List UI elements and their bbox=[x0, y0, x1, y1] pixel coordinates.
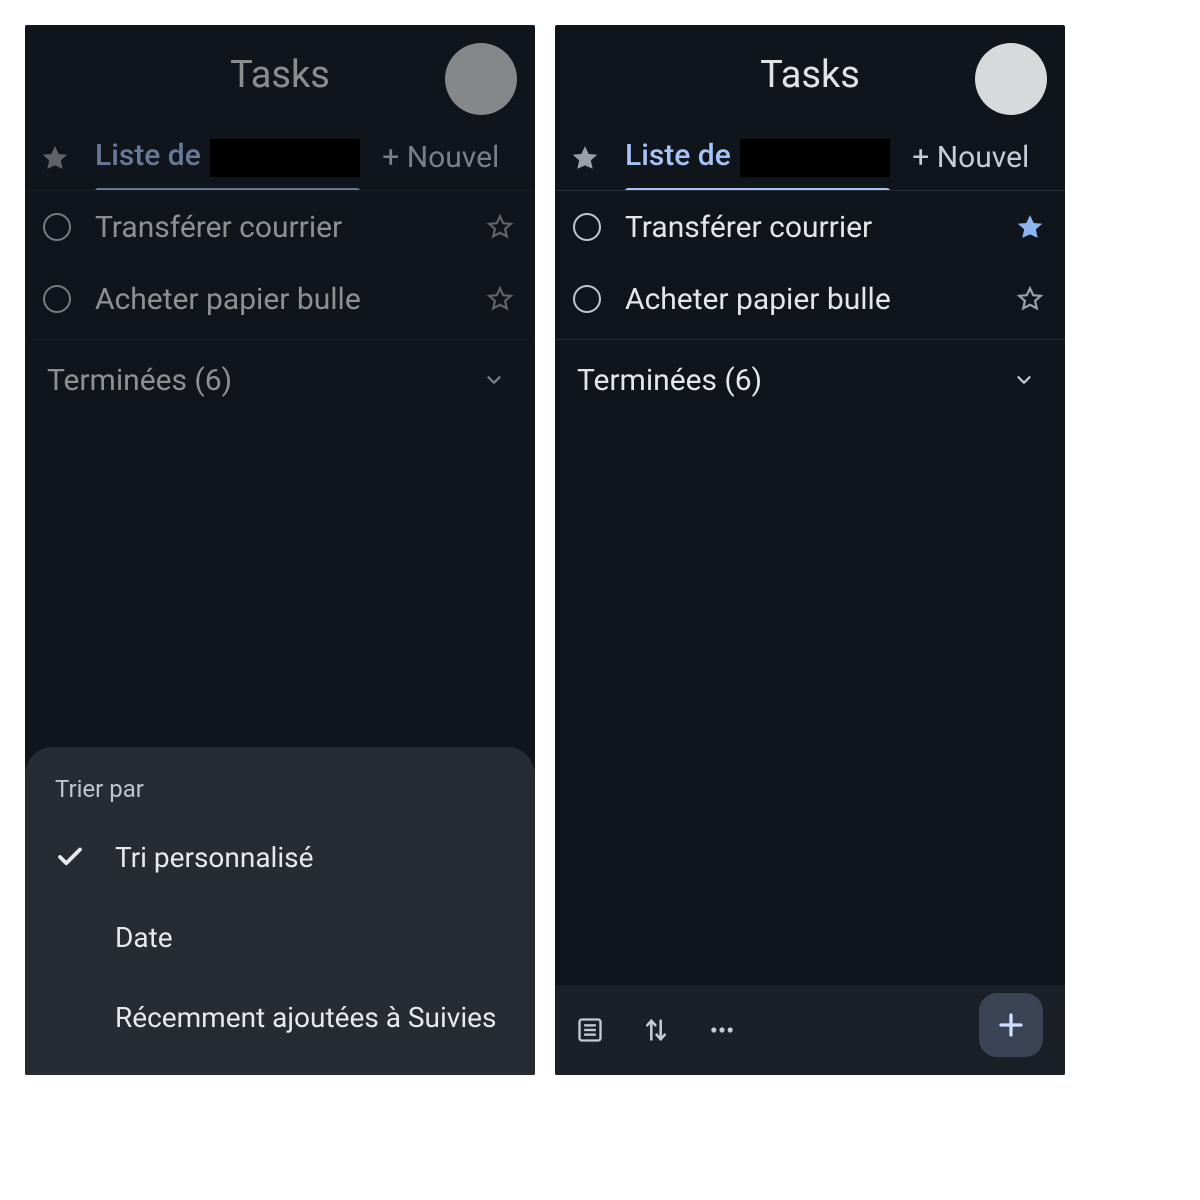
avatar[interactable] bbox=[975, 43, 1047, 115]
task-star-toggle[interactable] bbox=[1015, 284, 1045, 314]
star-filled-icon bbox=[1015, 212, 1045, 242]
phone-screenshot-right: Tasks Liste de + Nouvel Transférer cour bbox=[555, 25, 1065, 1075]
sort-option-custom[interactable]: Tri personnalisé bbox=[25, 817, 535, 897]
chevron-down-icon bbox=[483, 369, 505, 391]
avatar[interactable] bbox=[445, 43, 517, 115]
app-header: Tasks bbox=[25, 25, 535, 125]
sort-option-recent-starred[interactable]: Récemment ajoutées à Suivies bbox=[25, 977, 535, 1057]
task-complete-toggle[interactable] bbox=[43, 285, 71, 313]
phone-screenshot-left: Tasks Liste de + Nouvel bbox=[25, 25, 535, 1075]
completed-section-toggle[interactable]: Terminées (6) bbox=[25, 340, 535, 420]
chevron-down-icon bbox=[1013, 369, 1035, 391]
sort-button[interactable] bbox=[641, 1015, 671, 1045]
tasks-area: Transférer courrier Acheter papier bulle bbox=[555, 191, 1065, 1075]
task-row[interactable]: Transférer courrier bbox=[555, 191, 1065, 263]
task-star-toggle[interactable] bbox=[485, 284, 515, 314]
task-title: Transférer courrier bbox=[625, 210, 991, 245]
plus-icon bbox=[996, 1010, 1026, 1040]
check-icon bbox=[55, 842, 85, 872]
sort-option-label: Récemment ajoutées à Suivies bbox=[115, 1001, 496, 1034]
task-row[interactable]: Acheter papier bulle bbox=[555, 263, 1065, 335]
star-icon bbox=[570, 143, 600, 173]
list-tabs: Liste de + Nouvel bbox=[25, 125, 535, 191]
starred-tab[interactable] bbox=[37, 140, 73, 176]
sheet-title: Trier par bbox=[25, 775, 535, 817]
sort-bottom-sheet: Trier par Tri personnalisé Date Récemmen… bbox=[25, 747, 535, 1075]
redacted-text bbox=[740, 139, 890, 177]
app-header: Tasks bbox=[555, 25, 1065, 125]
bottom-app-bar bbox=[555, 985, 1065, 1075]
task-complete-toggle[interactable] bbox=[43, 213, 71, 241]
star-outline-icon bbox=[485, 284, 515, 314]
sort-option-label: Tri personnalisé bbox=[115, 841, 313, 874]
tab-new-list[interactable]: + Nouvel bbox=[382, 125, 499, 190]
sort-option-date[interactable]: Date bbox=[25, 897, 535, 977]
app-title: Tasks bbox=[760, 53, 860, 97]
sort-option-label: Date bbox=[115, 921, 173, 954]
starred-tab[interactable] bbox=[567, 140, 603, 176]
tab-active-list[interactable]: Liste de bbox=[625, 125, 890, 190]
task-title: Acheter papier bulle bbox=[95, 282, 461, 317]
tab-new-list[interactable]: + Nouvel bbox=[912, 125, 1029, 190]
completed-label: Terminées (6) bbox=[577, 363, 762, 398]
task-row[interactable]: Transférer courrier bbox=[25, 191, 535, 263]
task-complete-toggle[interactable] bbox=[573, 285, 601, 313]
star-outline-icon bbox=[485, 212, 515, 242]
list-view-icon bbox=[576, 1016, 604, 1044]
sort-icon bbox=[642, 1016, 670, 1044]
tab-new-list-label: + Nouvel bbox=[912, 140, 1029, 175]
task-title: Transférer courrier bbox=[95, 210, 461, 245]
task-complete-toggle[interactable] bbox=[573, 213, 601, 241]
more-button[interactable] bbox=[707, 1015, 737, 1045]
app-title: Tasks bbox=[230, 53, 330, 97]
task-star-toggle[interactable] bbox=[1015, 212, 1045, 242]
task-title: Acheter papier bulle bbox=[625, 282, 991, 317]
tab-label-prefix: Liste de bbox=[625, 138, 738, 173]
redacted-text bbox=[210, 139, 360, 177]
tab-new-list-label: + Nouvel bbox=[382, 140, 499, 175]
task-star-toggle[interactable] bbox=[485, 212, 515, 242]
tasks-area: Transférer courrier Acheter papier bulle bbox=[25, 191, 535, 420]
tab-active-list[interactable]: Liste de bbox=[95, 125, 360, 190]
tab-label-prefix: Liste de bbox=[95, 138, 208, 173]
completed-label: Terminées (6) bbox=[47, 363, 232, 398]
list-tabs: Liste de + Nouvel bbox=[555, 125, 1065, 191]
more-icon bbox=[708, 1016, 736, 1044]
star-icon bbox=[40, 143, 70, 173]
add-task-fab[interactable] bbox=[979, 993, 1043, 1057]
completed-section-toggle[interactable]: Terminées (6) bbox=[555, 340, 1065, 420]
tab-label: Liste de bbox=[95, 138, 360, 176]
tab-label: Liste de bbox=[625, 138, 890, 176]
list-view-button[interactable] bbox=[575, 1015, 605, 1045]
task-row[interactable]: Acheter papier bulle bbox=[25, 263, 535, 335]
star-outline-icon bbox=[1015, 284, 1045, 314]
